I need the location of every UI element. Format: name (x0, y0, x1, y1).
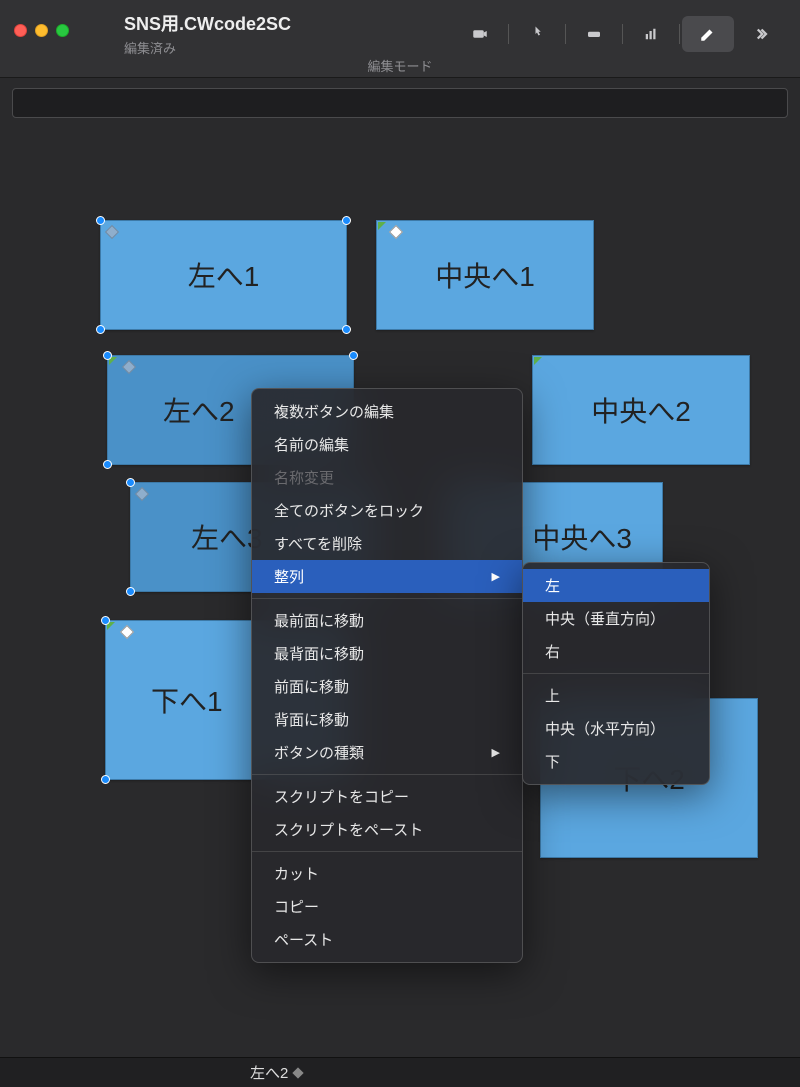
title-block: SNS用.CWcode2SC 編集済み (124, 10, 291, 57)
corner-marker-icon (105, 225, 119, 239)
submenu-item-align-top[interactable]: 上 (523, 679, 709, 712)
corner-marker-icon (389, 225, 403, 239)
window-subtitle: 編集済み (124, 38, 291, 57)
menu-item-edit-multiple-buttons[interactable]: 複数ボタンの編集 (252, 395, 522, 428)
close-window-button[interactable] (14, 24, 27, 37)
toolbar-separator (679, 24, 680, 44)
menu-item-copy[interactable]: コピー (252, 890, 522, 923)
submenu-item-align-right[interactable]: 右 (523, 635, 709, 668)
submenu-arrow-icon: ▶ (492, 746, 500, 759)
status-bar: 左へ2 (0, 1057, 800, 1087)
menu-item-send-backward[interactable]: 背面に移動 (252, 703, 522, 736)
card-canvas[interactable]: 左へ1 中央へ1 左へ2 中央へ2 左へ3 中央へ3 下へ1 (0, 130, 800, 1057)
submenu-item-align-center-vertical[interactable]: 中央（垂直方向） (523, 602, 709, 635)
button-label: 左へ2 (163, 390, 235, 430)
menu-separator (523, 673, 709, 674)
button-label: 中央へ3 (532, 517, 632, 557)
corner-marker-icon (120, 625, 134, 639)
toolbar-separator (565, 24, 566, 44)
overflow-icon[interactable] (734, 16, 786, 52)
menu-item-align[interactable]: 整列▶ (252, 560, 522, 593)
pointer-icon[interactable] (511, 16, 563, 52)
resize-handle[interactable] (126, 587, 135, 596)
card-button[interactable]: 中央へ1 (376, 220, 594, 330)
pencil-icon[interactable] (682, 16, 734, 52)
button-tool-icon[interactable] (568, 16, 620, 52)
menu-item-cut[interactable]: カット (252, 857, 522, 890)
menu-item-edit-name[interactable]: 名前の編集 (252, 428, 522, 461)
resize-handle[interactable] (342, 325, 351, 334)
resize-handle[interactable] (96, 325, 105, 334)
menu-item-paste-script[interactable]: スクリプトをペースト (252, 813, 522, 846)
status-label: 左へ2 (250, 1062, 288, 1083)
button-label: 左へ1 (188, 255, 260, 295)
resize-handle[interactable] (126, 478, 135, 487)
message-bar[interactable] (12, 88, 788, 118)
resize-handle[interactable] (349, 351, 358, 360)
window-title: SNS用.CWcode2SC (124, 10, 291, 36)
align-submenu: 左 中央（垂直方向） 右 上 中央（水平方向） 下 (522, 562, 710, 785)
resize-handle[interactable] (103, 460, 112, 469)
submenu-item-align-center-horizontal[interactable]: 中央（水平方向） (523, 712, 709, 745)
submenu-item-align-bottom[interactable]: 下 (523, 745, 709, 778)
submenu-arrow-icon: ▶ (492, 570, 500, 583)
menu-separator (252, 774, 522, 775)
toolbar-separator (622, 24, 623, 44)
mode-label: 編集モード (0, 56, 800, 75)
menu-item-bring-to-front[interactable]: 最前面に移動 (252, 604, 522, 637)
diamond-icon (293, 1067, 304, 1078)
context-menu: 複数ボタンの編集 名前の編集 名称変更 全てのボタンをロック すべてを削除 整列… (251, 388, 523, 963)
chart-icon[interactable] (625, 16, 677, 52)
menu-item-lock-all-buttons[interactable]: 全てのボタンをロック (252, 494, 522, 527)
resize-handle[interactable] (103, 351, 112, 360)
menu-item-send-to-back[interactable]: 最背面に移動 (252, 637, 522, 670)
menu-separator (252, 851, 522, 852)
corner-marker-icon (534, 357, 542, 365)
menu-item-delete-all[interactable]: すべてを削除 (252, 527, 522, 560)
minimize-window-button[interactable] (35, 24, 48, 37)
submenu-item-align-left[interactable]: 左 (523, 569, 709, 602)
resize-handle[interactable] (96, 216, 105, 225)
menu-separator (252, 598, 522, 599)
card-button[interactable]: 左へ1 (100, 220, 347, 330)
corner-marker-icon (122, 360, 136, 374)
zoom-window-button[interactable] (56, 24, 69, 37)
menu-item-bring-forward[interactable]: 前面に移動 (252, 670, 522, 703)
camera-icon[interactable] (454, 16, 506, 52)
corner-marker-icon (135, 487, 149, 501)
menu-item-paste[interactable]: ペースト (252, 923, 522, 956)
menu-item-copy-script[interactable]: スクリプトをコピー (252, 780, 522, 813)
toolbar (454, 16, 786, 52)
resize-handle[interactable] (101, 775, 110, 784)
card-button[interactable]: 中央へ2 (532, 355, 750, 465)
corner-marker-icon (378, 222, 386, 230)
menu-item-rename: 名称変更 (252, 461, 522, 494)
window-controls (14, 24, 69, 37)
menu-item-button-type[interactable]: ボタンの種類▶ (252, 736, 522, 769)
resize-handle[interactable] (342, 216, 351, 225)
resize-handle[interactable] (101, 616, 110, 625)
toolbar-separator (508, 24, 509, 44)
button-label: 下へ1 (151, 680, 223, 720)
button-label: 中央へ1 (435, 255, 535, 295)
button-label: 中央へ2 (591, 390, 691, 430)
